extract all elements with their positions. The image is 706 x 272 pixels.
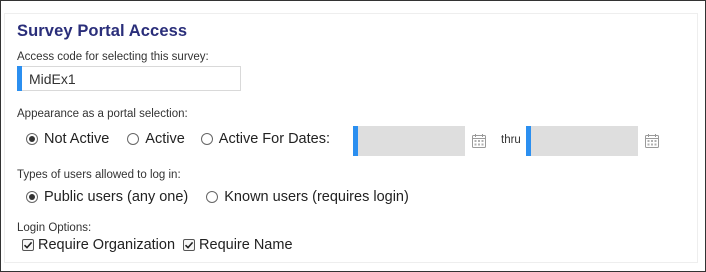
thru-label: thru — [501, 134, 521, 146]
radio-button[interactable] — [206, 191, 219, 203]
calendar-icon[interactable] — [644, 133, 660, 149]
input-accent-bar — [353, 126, 358, 156]
appearance-label: Appearance as a portal selection: — [17, 108, 188, 120]
input-accent-bar — [17, 66, 22, 91]
radio-button[interactable] — [127, 133, 140, 145]
checkbox-checked[interactable] — [22, 239, 34, 251]
calendar-icon[interactable] — [471, 133, 487, 149]
radio-button-selected[interactable] — [26, 133, 38, 145]
section-title: Survey Portal Access — [17, 22, 188, 40]
radio-public-users[interactable]: Public users (any one) — [26, 189, 188, 205]
access-code-value: MidEx1 — [29, 71, 76, 87]
checkbox-require-organization[interactable]: Require Organization — [22, 237, 175, 253]
radio-active[interactable]: Active — [127, 131, 185, 147]
radio-active-for-dates[interactable]: Active For Dates: — [200, 131, 330, 147]
end-date-input[interactable] — [526, 126, 638, 156]
checkbox-require-name[interactable]: Require Name — [183, 237, 293, 253]
access-code-input[interactable]: MidEx1 — [17, 66, 241, 91]
checkbox-checked[interactable] — [183, 239, 196, 251]
login-options-label: Login Options: — [17, 222, 92, 234]
radio-button-selected[interactable] — [26, 191, 38, 203]
radio-known-users[interactable]: Known users (requires login) — [206, 189, 409, 205]
login-options-group: Require Organization Require Name — [22, 237, 293, 253]
checkbox-label: Require Organization — [38, 237, 176, 253]
input-accent-bar — [526, 126, 531, 156]
radio-label: Public users (any one) — [44, 189, 189, 205]
radio-not-active[interactable]: Not Active — [26, 131, 109, 147]
user-types-radio-group: Public users (any one) Known users (requ… — [26, 189, 409, 205]
radio-button[interactable] — [200, 133, 213, 145]
checkmark-icon — [184, 241, 194, 249]
radio-label: Not Active — [44, 131, 110, 147]
user-types-label: Types of users allowed to log in: — [17, 169, 181, 181]
radio-label: Active For Dates: — [218, 131, 330, 147]
checkmark-icon — [23, 241, 33, 249]
access-code-label: Access code for selecting this survey: — [17, 51, 209, 63]
radio-label: Active — [145, 131, 185, 147]
radio-label: Known users (requires login) — [224, 189, 409, 205]
start-date-input[interactable] — [353, 126, 465, 156]
appearance-radio-group: Not Active Active Active For Dates: — [26, 131, 330, 147]
checkbox-label: Require Name — [199, 237, 293, 253]
